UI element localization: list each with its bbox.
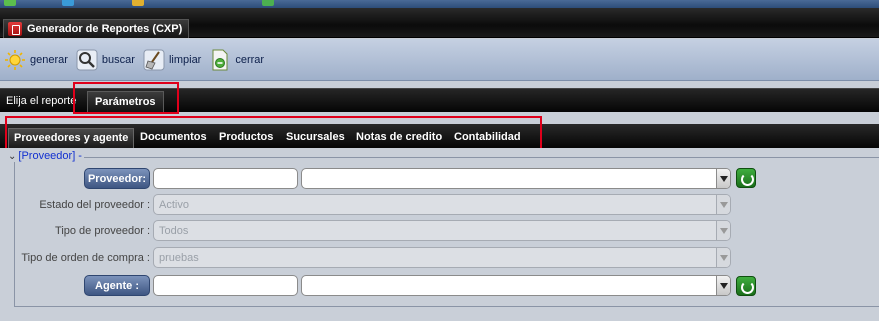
app-icon <box>62 0 74 6</box>
buscar-button[interactable]: buscar <box>76 48 135 72</box>
app-icon <box>132 0 144 6</box>
estado-select[interactable]: Activo <box>153 194 731 215</box>
report-bar: Elija el reporte Parámetros <box>0 88 879 113</box>
report-bar-label: Elija el reporte <box>6 95 77 107</box>
toolbar: generar buscar limpiar cerrar <box>0 39 879 81</box>
tipo-proveedor-select[interactable]: Todos <box>153 220 731 241</box>
agente-select[interactable] <box>301 275 731 296</box>
tab-bar: Proveedores y agente Documentos Producto… <box>0 124 879 148</box>
limpiar-label: limpiar <box>168 53 202 66</box>
document-close-icon <box>209 48 231 72</box>
chevron-down-icon[interactable] <box>716 221 730 240</box>
magnifier-icon <box>76 48 98 72</box>
buscar-label: buscar <box>101 53 135 66</box>
agente-refresh-icon[interactable] <box>736 276 756 296</box>
generar-label: generar <box>30 53 68 66</box>
window-title-tab: Generador de Reportes (CXP) <box>3 19 190 38</box>
window-title: Generador de Reportes (CXP) <box>27 23 183 35</box>
app-icon <box>262 0 274 6</box>
proveedor-select[interactable] <box>301 168 731 189</box>
limpiar-button[interactable]: limpiar <box>143 48 201 72</box>
proveedor-button[interactable]: Proveedor: <box>84 168 150 189</box>
tab-parametros[interactable]: Parámetros <box>87 91 164 113</box>
estado-label: Estado del proveedor : <box>39 199 150 211</box>
tipo-proveedor-label: Tipo de proveedor : <box>55 225 150 237</box>
tipo-orden-value: pruebas <box>159 252 199 264</box>
generar-button[interactable]: generar <box>4 48 68 72</box>
legend-text: [Proveedor] - <box>18 150 82 162</box>
proveedor-refresh-icon[interactable] <box>736 168 756 188</box>
tipo-orden-label: Tipo de orden de compra : <box>21 252 150 264</box>
sun-icon <box>4 48 26 72</box>
proveedor-code-input[interactable] <box>153 168 298 189</box>
tab-sucursales[interactable]: Sucursales <box>281 128 350 148</box>
app-icon <box>8 22 22 36</box>
tab-proveedores-agente[interactable]: Proveedores y agente <box>8 128 135 148</box>
content-panel: ⌄ [Proveedor] - Proveedor: Estado del pro… <box>0 148 879 321</box>
tipo-proveedor-value: Todos <box>159 225 189 237</box>
cerrar-button[interactable]: cerrar <box>209 48 264 72</box>
chevron-down-icon[interactable] <box>716 248 730 267</box>
fieldset-legend[interactable]: ⌄ [Proveedor] - <box>6 150 84 162</box>
cerrar-label: cerrar <box>235 53 265 66</box>
browser-strip <box>0 0 879 8</box>
tipo-orden-select[interactable]: pruebas <box>153 247 731 268</box>
broom-icon <box>143 48 165 72</box>
chevron-down-icon[interactable] <box>716 276 730 295</box>
estado-value: Activo <box>159 199 189 211</box>
tab-productos[interactable]: Productos <box>214 128 278 148</box>
agente-code-input[interactable] <box>153 275 298 296</box>
chevron-down-icon[interactable] <box>716 169 730 188</box>
title-bar: Generador de Reportes (CXP) <box>0 8 879 38</box>
chevron-down-icon[interactable] <box>716 195 730 214</box>
tab-contabilidad[interactable]: Contabilidad <box>449 128 526 148</box>
agente-button[interactable]: Agente : <box>84 275 150 296</box>
tab-notas-credito[interactable]: Notas de credito <box>351 128 447 148</box>
tab-documentos[interactable]: Documentos <box>135 128 212 148</box>
app-icon <box>4 0 16 6</box>
collapse-icon: ⌄ <box>8 151 17 162</box>
